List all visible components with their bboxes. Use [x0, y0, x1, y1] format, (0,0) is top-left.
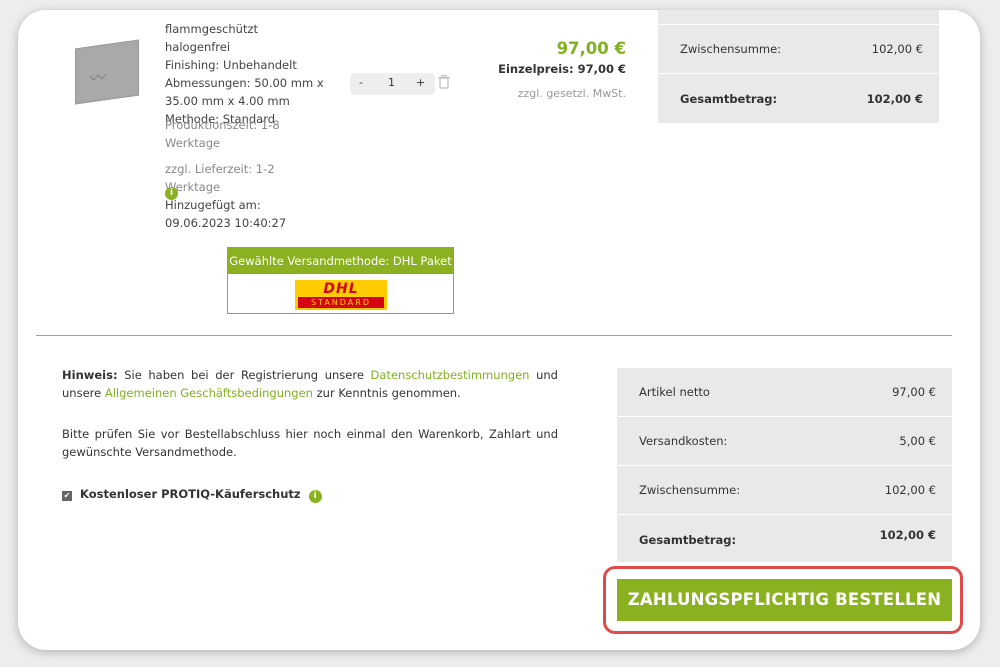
hint-label: Hinweis: — [62, 368, 118, 382]
quantity-stepper[interactable]: - 1 + — [350, 73, 435, 95]
checkout-card: 〰 flammgeschützt halogenfrei Finishing: … — [18, 10, 980, 650]
spec-line: Abmessungen: 50.00 mm x — [165, 76, 324, 90]
hint-text: zur Kenntnis genommen. — [316, 386, 461, 400]
buyer-protection-checkbox[interactable]: ✔ — [62, 491, 72, 501]
added-date: Hinzugefügt am: 09.06.2023 10:40:27 — [165, 198, 287, 230]
product-engraving: 〰 — [90, 66, 108, 89]
place-order-button[interactable]: ZAHLUNGSPFLICHTIG BESTELLEN — [617, 579, 952, 621]
buyer-protection-info-icon[interactable]: i — [308, 490, 322, 503]
product-thumbnail[interactable]: 〰 — [75, 39, 139, 105]
dhl-logo-sub: STANDARD — [298, 297, 384, 308]
section-divider — [36, 335, 952, 336]
delivery-time: zzgl. Lieferzeit: 1-2 Werktage — [165, 162, 275, 194]
summary-value: 102,00 € — [871, 42, 923, 56]
shipping-method-header: Gewählte Versandmethode: DHL Paket — [228, 248, 453, 274]
hint-text: Sie haben bei der Registrierung unsere — [124, 368, 364, 382]
summary-value: 102,00 € — [884, 483, 936, 497]
quantity-minus-button[interactable]: - — [359, 76, 363, 89]
quantity-value[interactable]: 1 — [388, 76, 395, 89]
summary-label: Gesamtbetrag: — [639, 533, 737, 547]
summary-value: 5,00 € — [899, 434, 936, 448]
spec-line: 35.00 mm x 4.00 mm — [165, 94, 290, 108]
summary-label: Zwischensumme: — [639, 483, 741, 497]
spec-line: flammgeschützt halogenfrei — [165, 22, 259, 54]
summary-label: Artikel netto — [639, 385, 710, 399]
summary-value: 102,00 € — [879, 528, 936, 542]
summary-value: 97,00 € — [892, 385, 936, 399]
check-reminder: Bitte prüfen Sie vor Bestellabschluss hi… — [62, 427, 558, 459]
quantity-plus-button[interactable]: + — [416, 76, 425, 89]
summary-panel-bottom: Artikel netto 97,00 € Versandkosten: 5,0… — [617, 368, 952, 562]
terms-link[interactable]: Allgemeinen Geschäftsbedingungen — [105, 386, 313, 400]
summary-label: Zwischensumme: — [680, 42, 782, 56]
summary-panel-top: Zwischensumme: 102,00 € Gesamtbetrag: 10… — [658, 10, 939, 123]
privacy-policy-link[interactable]: Datenschutzbestimmungen — [371, 368, 530, 382]
trash-icon[interactable] — [438, 75, 450, 93]
dhl-standard-logo: DHL STANDARD — [295, 280, 387, 310]
summary-value: 102,00 € — [866, 92, 923, 106]
registration-hint: Hinweis: Sie haben bei der Registrierung… — [62, 366, 558, 402]
item-total-price: 97,00 € — [556, 39, 626, 58]
dhl-logo-text: DHL — [323, 281, 359, 297]
tax-note: zzgl. gesetzl. MwSt. — [517, 87, 626, 100]
buyer-protection-label: Kostenloser PROTIQ-Käuferschutz — [80, 487, 301, 501]
summary-label: Versandkosten: — [639, 434, 728, 448]
shipping-method-box: Gewählte Versandmethode: DHL Paket DHL S… — [227, 247, 454, 314]
summary-label: Gesamtbetrag: — [680, 92, 778, 106]
production-time: Produktionszeit: 1-8 Werktage — [165, 118, 280, 150]
product-specs: flammgeschützt halogenfrei Finishing: Un… — [165, 20, 325, 128]
unit-price: Einzelpreis: 97,00 € — [498, 62, 626, 76]
buyer-protection: ✔ Kostenloser PROTIQ-Käuferschutz i — [62, 487, 322, 503]
spec-line: Finishing: Unbehandelt — [165, 58, 297, 72]
